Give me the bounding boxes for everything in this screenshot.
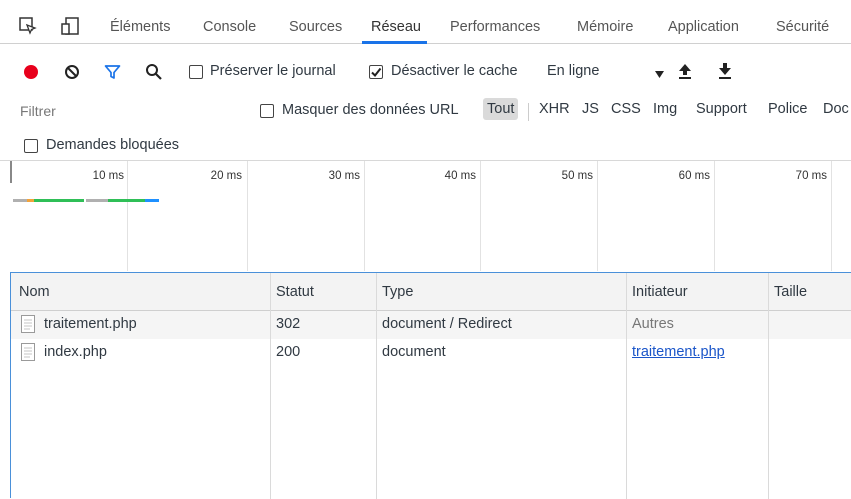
hide-data-urls-checkbox[interactable] [260, 104, 274, 118]
document-file-icon [21, 343, 35, 364]
overview-request-bar-stalled [27, 199, 34, 202]
column-header-type[interactable]: Type [382, 284, 413, 300]
throttling-select[interactable]: En ligne [547, 63, 667, 79]
tab-elements[interactable]: Éléments [110, 19, 170, 35]
record-icon[interactable] [23, 64, 39, 83]
disable-cache-label: Désactiver le cache [391, 63, 518, 79]
column-divider[interactable] [376, 273, 377, 499]
request-status: 302 [276, 316, 301, 332]
chevron-down-icon [655, 67, 664, 83]
filter-icon[interactable] [104, 64, 121, 83]
overview-tick-label: 70 ms [795, 170, 827, 182]
filter-type-js[interactable]: JS [582, 101, 599, 117]
overview-gridline [480, 161, 481, 271]
network-overview-timeline[interactable]: 10 ms 20 ms 30 ms 40 ms 50 ms 60 ms 70 m… [0, 160, 851, 272]
preserve-log-label: Préserver le journal [210, 63, 336, 79]
blocked-requests-row: Demandes bloquées [0, 134, 851, 160]
overview-request-bar-queue [13, 199, 27, 202]
column-header-size[interactable]: Taille [774, 284, 807, 300]
clear-icon[interactable] [64, 64, 80, 83]
filter-input[interactable] [14, 96, 242, 126]
column-header-name[interactable]: Nom [19, 284, 50, 300]
table-header: Nom Statut Type Initiateur Taille [11, 273, 851, 311]
filter-separator [528, 103, 529, 121]
filter-type-font[interactable]: Police [768, 101, 808, 117]
request-initiator-link[interactable]: traitement.php [632, 344, 725, 360]
filter-type-css[interactable]: CSS [611, 101, 641, 117]
overview-start-marker [10, 161, 12, 183]
export-har-icon[interactable] [718, 62, 732, 83]
request-type: document [382, 344, 446, 360]
column-divider[interactable] [270, 273, 271, 499]
active-tab-indicator [362, 41, 427, 44]
overview-tick-label: 50 ms [561, 170, 593, 182]
import-har-icon[interactable] [678, 62, 692, 83]
table-row[interactable]: index.php 200 document traitement.php [11, 339, 851, 367]
tab-sources[interactable]: Sources [289, 19, 342, 35]
request-status: 200 [276, 344, 301, 360]
tab-memory[interactable]: Mémoire [577, 19, 633, 35]
overview-request-bar-download [145, 199, 159, 202]
request-name: index.php [44, 344, 107, 360]
table-row[interactable]: traitement.php 302 document / Redirect A… [11, 311, 851, 339]
overview-tick-label: 20 ms [210, 170, 242, 182]
overview-gridline [831, 161, 832, 271]
requests-table: Nom Statut Type Initiateur Taille traite… [10, 272, 851, 499]
overview-gridline [597, 161, 598, 271]
tab-security[interactable]: Sécurité [776, 19, 829, 35]
request-type: document / Redirect [382, 316, 512, 332]
overview-request-bar-queue [86, 199, 108, 202]
devtools-tab-bar: Éléments Console Sources Réseau Performa… [0, 0, 851, 44]
request-name: traitement.php [44, 316, 137, 332]
overview-request-bar-waiting [108, 199, 145, 202]
request-initiator: Autres [632, 316, 674, 332]
filter-type-xhr[interactable]: XHR [539, 101, 570, 117]
overview-tick-label: 40 ms [444, 170, 476, 182]
overview-gridline [714, 161, 715, 271]
column-divider[interactable] [626, 273, 627, 499]
tab-console[interactable]: Console [203, 19, 256, 35]
column-header-initiator[interactable]: Initiateur [632, 284, 688, 300]
overview-gridline [127, 161, 128, 271]
blocked-requests-checkbox[interactable] [24, 139, 38, 153]
filter-type-img[interactable]: Img [653, 101, 677, 117]
search-icon[interactable] [145, 63, 163, 84]
overview-gridline [247, 161, 248, 271]
overview-gridline [364, 161, 365, 271]
tab-network[interactable]: Réseau [371, 19, 421, 35]
tab-performance[interactable]: Performances [450, 19, 540, 35]
throttling-value: En ligne [547, 63, 600, 79]
filter-type-all[interactable]: Tout [483, 98, 519, 120]
overview-tick-label: 60 ms [678, 170, 710, 182]
overview-tick-label: 10 ms [92, 170, 124, 182]
filter-bar: Masquer des données URL Tout XHR JS CSS … [0, 96, 851, 130]
document-file-icon [21, 315, 35, 336]
inspect-element-icon[interactable] [18, 16, 38, 39]
network-toolbar: Préserver le journal Désactiver le cache… [0, 56, 851, 86]
tab-application[interactable]: Application [668, 19, 739, 35]
blocked-requests-label: Demandes bloquées [46, 137, 180, 153]
column-divider[interactable] [768, 273, 769, 499]
filter-type-media[interactable]: Support [696, 101, 747, 117]
checkmark-icon [371, 67, 382, 78]
preserve-log-checkbox[interactable] [189, 65, 203, 79]
overview-request-bar-waiting [34, 199, 84, 202]
device-toolbar-icon[interactable] [60, 16, 80, 39]
disable-cache-checkbox[interactable] [369, 65, 383, 79]
filter-type-doc[interactable]: Doc [823, 101, 849, 117]
hide-data-urls-label: Masquer des données URL [282, 102, 459, 118]
column-header-status[interactable]: Statut [276, 284, 314, 300]
overview-tick-label: 30 ms [328, 170, 360, 182]
